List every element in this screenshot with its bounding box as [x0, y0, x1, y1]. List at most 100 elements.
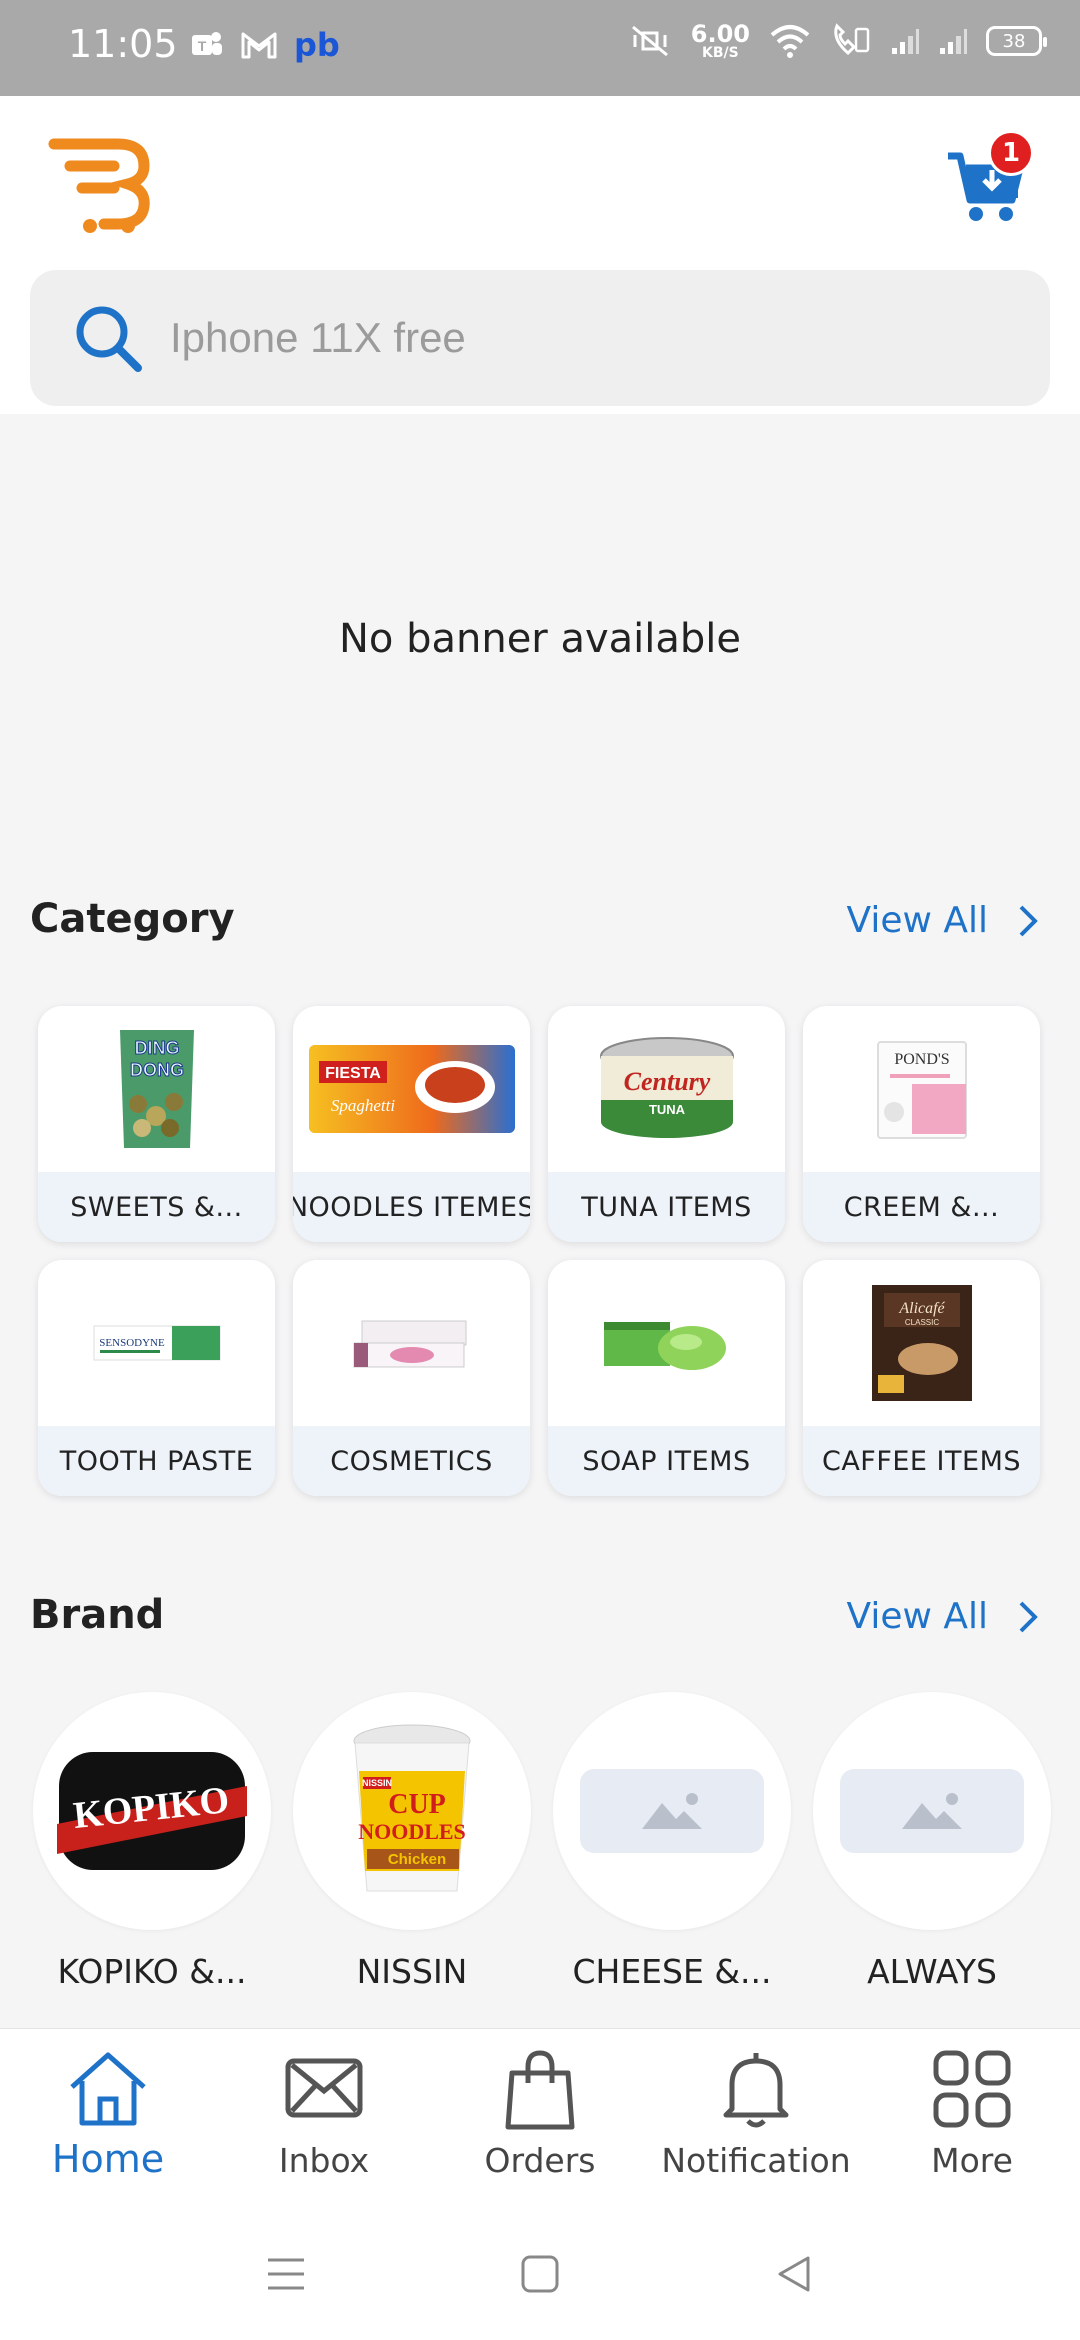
image-placeholder-icon: [580, 1769, 764, 1853]
snack-bag-icon: DING DONG: [119, 1030, 194, 1148]
category-card-noodles[interactable]: FIESTA Spaghetti NOODLES ITEMES: [293, 1006, 530, 1242]
search-bar[interactable]: [30, 270, 1050, 406]
image-placeholder-icon: [840, 1769, 1024, 1853]
nav-inbox[interactable]: Inbox: [216, 2029, 432, 2208]
category-image: Alicafé CLASSIC: [803, 1260, 1040, 1426]
bell-icon: [723, 2053, 789, 2128]
nav-more[interactable]: More: [864, 2029, 1080, 2208]
status-time: 11:05: [68, 22, 178, 66]
carrier-text: pb: [294, 26, 340, 64]
svg-text:TUNA: TUNA: [648, 1102, 685, 1117]
category-image: Century TUNA: [548, 1006, 785, 1172]
category-card-soap[interactable]: SOAP ITEMS: [548, 1260, 785, 1496]
svg-text:T: T: [198, 38, 207, 54]
app-header: 1: [0, 96, 1080, 414]
svg-text:POND'S: POND'S: [894, 1051, 949, 1068]
category-image: SENSODYNE: [38, 1260, 275, 1426]
nav-inbox-label: Inbox: [278, 2141, 370, 2180]
shopping-bag-icon: [505, 2050, 575, 2130]
wifi-icon: [770, 25, 810, 58]
nav-home-label: Home: [51, 2137, 165, 2181]
category-view-all-label: View All: [846, 900, 988, 941]
category-grid: DING DONG SWEETS &... FIESTA Spaghetti N…: [38, 1006, 1042, 1496]
brand-logo-icon[interactable]: [48, 136, 158, 236]
svg-text:Century: Century: [623, 1067, 710, 1096]
category-card-tuna[interactable]: Century TUNA TUNA ITEMS: [548, 1006, 785, 1242]
svg-text:SENSODYNE: SENSODYNE: [99, 1337, 165, 1349]
system-nav-bar: [0, 2208, 1080, 2340]
category-view-all-button[interactable]: View All: [846, 900, 1040, 941]
cart-button[interactable]: 1: [946, 130, 1036, 221]
category-card-cosmetics[interactable]: COSMETICS: [293, 1260, 530, 1496]
nav-home[interactable]: Home: [0, 2029, 216, 2208]
net-speed: 6.00 KB/S: [690, 20, 750, 61]
category-image: FIESTA Spaghetti: [293, 1006, 530, 1172]
nav-more-label: More: [931, 2141, 1013, 2180]
brand-label: ALWAYS: [867, 1952, 997, 1991]
brand-view-all-button[interactable]: View All: [846, 1596, 1040, 1637]
grid-icon: [933, 2050, 1011, 2128]
brand-logo: NISSIN CUP NOODLES Chicken: [293, 1692, 531, 1930]
category-image: POND'S: [803, 1006, 1040, 1172]
signal-2-icon: [940, 29, 967, 54]
battery-icon: 38: [986, 26, 1047, 56]
banner-area: No banner available: [0, 414, 1080, 864]
svg-text:NISSIN: NISSIN: [362, 1778, 392, 1788]
home-square-icon[interactable]: [518, 2252, 562, 2296]
brand-view-all-label: View All: [846, 1596, 988, 1637]
brand-item-cheese[interactable]: CHEESE &...: [552, 1692, 792, 1991]
nav-notification-label: Notification: [661, 2141, 851, 2180]
svg-text:Spaghetti: Spaghetti: [330, 1096, 394, 1115]
brand-label: KOPIKO &...: [57, 1952, 247, 1991]
brand-item-always[interactable]: ALWAYS: [812, 1692, 1052, 1991]
svg-text:CLASSIC: CLASSIC: [904, 1318, 938, 1327]
search-icon: [76, 306, 142, 372]
search-input[interactable]: [170, 314, 990, 362]
mail-icon: [285, 2058, 363, 2118]
back-icon[interactable]: [772, 2252, 816, 2296]
category-title: Category: [30, 896, 235, 942]
chevron-right-icon: [1019, 1601, 1038, 1632]
category-label: COSMETICS: [293, 1426, 530, 1496]
svg-text:Chicken: Chicken: [388, 1851, 446, 1868]
cream-box-icon: POND'S: [876, 1041, 967, 1139]
brand-logo: [553, 1692, 791, 1930]
status-system-icons: 6.00 KB/S 38: [627, 20, 1047, 61]
category-image: [293, 1260, 530, 1426]
category-label: SWEETS &...: [38, 1172, 275, 1242]
brand-item-nissin[interactable]: NISSIN CUP NOODLES Chicken NISSIN: [292, 1692, 532, 1991]
cart-count-badge: 1: [988, 130, 1034, 176]
category-card-toothpaste[interactable]: SENSODYNE TOOTH PASTE: [38, 1260, 275, 1496]
category-label: CREEM &...: [803, 1172, 1040, 1242]
toothpaste-icon: SENSODYNE: [93, 1325, 220, 1361]
kopiko-logo-icon: KOPIKO: [57, 1752, 247, 1870]
svg-text:DING: DING: [134, 1038, 179, 1058]
category-card-sweets[interactable]: DING DONG SWEETS &...: [38, 1006, 275, 1242]
chevron-right-icon: [1019, 905, 1038, 936]
soap-bar-icon: [603, 1322, 726, 1370]
brand-logo: KOPIKO: [33, 1692, 271, 1930]
brand-logo: [813, 1692, 1051, 1930]
nav-orders-label: Orders: [484, 2141, 596, 2180]
cosmetic-tube-icon: [353, 1320, 466, 1368]
mute-vibrate-icon: [631, 25, 668, 57]
category-label: NOODLES ITEMES: [293, 1172, 530, 1242]
nav-orders[interactable]: Orders: [432, 2029, 648, 2208]
home-icon: [70, 2052, 146, 2126]
bottom-nav: Home Inbox Orders Notification More: [0, 2028, 1080, 2208]
svg-text:CUP: CUP: [388, 1789, 446, 1820]
signal-1-icon: [892, 29, 919, 54]
svg-text:FIESTA: FIESTA: [325, 1065, 381, 1082]
nav-notification[interactable]: Notification: [648, 2029, 864, 2208]
tuna-can-icon: Century TUNA: [599, 1037, 734, 1138]
category-card-cream[interactable]: POND'S CREEM &...: [803, 1006, 1040, 1242]
menu-icon[interactable]: [264, 2252, 308, 2296]
volte-call-icon: [834, 23, 870, 56]
brand-title: Brand: [30, 1592, 165, 1638]
status-bar: 11:05 T pb 6.00 KB/S 38: [0, 0, 1080, 96]
brand-item-kopiko[interactable]: KOPIKO KOPIKO &...: [32, 1692, 272, 1991]
category-label: TOOTH PASTE: [38, 1426, 275, 1496]
category-card-coffee[interactable]: Alicafé CLASSIC CAFFEE ITEMS: [803, 1260, 1040, 1496]
category-label: CAFFEE ITEMS: [803, 1426, 1040, 1496]
category-label: TUNA ITEMS: [548, 1172, 785, 1242]
